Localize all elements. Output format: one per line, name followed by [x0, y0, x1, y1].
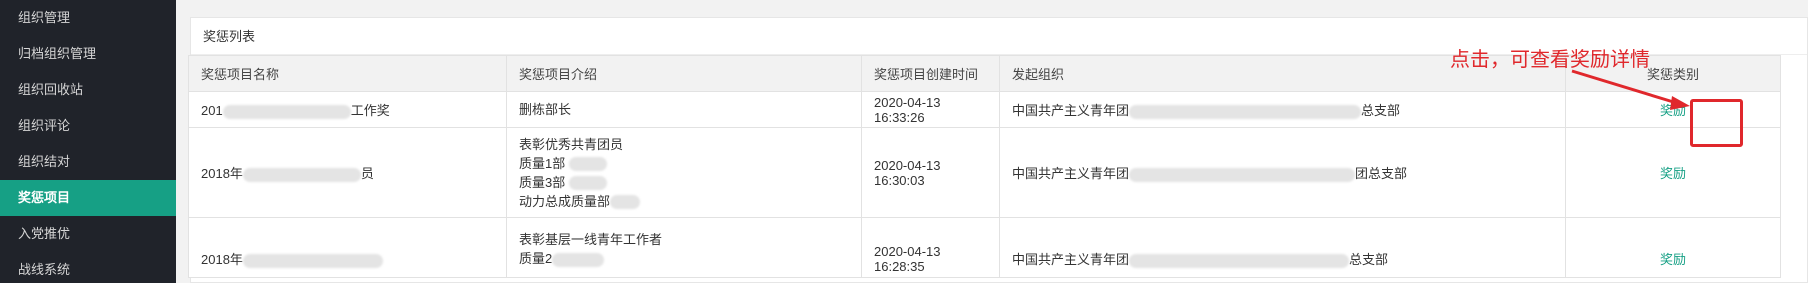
table-row: 2018年 员 表彰优秀共青团员 质量1部 质量3部 动力总成质量部 2020-0…	[188, 127, 1781, 218]
header-intro: 奖惩项目介绍	[506, 55, 862, 92]
cell-name: 2018年 员	[188, 127, 507, 218]
name-suffix: 工作奖	[350, 103, 390, 118]
intro-line: 质量2	[519, 249, 849, 268]
intro-line: 删栋部长	[519, 102, 572, 117]
sidebar-item-org-recycle-bin[interactable]: 组织回收站	[0, 72, 176, 108]
intro-line: 表彰优秀共青团员	[519, 136, 624, 152]
org-suffix: 总支部	[1361, 103, 1401, 118]
annotation-highlight-box	[1690, 99, 1743, 147]
cell-name: 2018年	[188, 217, 507, 278]
cell-intro: 表彰优秀共青团员 质量1部 质量3部 动力总成质量部	[506, 127, 862, 218]
cell-org: 中国共产主义青年团 团总支部	[999, 127, 1566, 218]
redacted-text	[1129, 104, 1362, 119]
cell-name: 201 工作奖	[188, 91, 507, 128]
reward-link[interactable]: 奖励	[1660, 252, 1686, 267]
cell-created: 2020-04-13 16:30:03	[861, 127, 1000, 218]
org-suffix: 团总支部	[1355, 166, 1408, 181]
intro-line: 动力总成质量部	[519, 192, 849, 211]
intro-line: 质量1部	[519, 154, 849, 173]
redacted-text	[610, 195, 641, 210]
sidebar-item-archived-org-management[interactable]: 归档组织管理	[0, 36, 176, 72]
table-row: 201 工作奖 删栋部长 2020-04-13 16:33:26 中国共产主义青年…	[188, 91, 1781, 128]
redacted-text	[242, 253, 383, 268]
sidebar-item-org-pairing[interactable]: 组织结对	[0, 144, 176, 180]
redacted-text	[568, 176, 607, 191]
redacted-text	[222, 104, 351, 119]
cell-org: 中国共产主义青年团 总支部	[999, 91, 1566, 128]
sidebar-item-org-comments[interactable]: 组织评论	[0, 108, 176, 144]
cell-intro: 表彰基层一线青年工作者 质量2	[506, 217, 862, 278]
intro-line: 表彰基层一线青年工作者	[519, 232, 663, 247]
name-prefix: 2018年	[201, 166, 243, 181]
cell-intro: 删栋部长	[506, 91, 862, 128]
sidebar-item-front-system[interactable]: 战线系统	[0, 252, 176, 283]
rewards-table: 奖惩项目名称 奖惩项目介绍 奖惩项目创建时间 发起组织 奖惩类别 201 工作奖 …	[188, 55, 1781, 278]
org-prefix: 中国共产主义青年团	[1012, 166, 1130, 181]
redacted-text	[552, 252, 605, 267]
header-created: 奖惩项目创建时间	[861, 55, 1000, 92]
intro-line: 质量3部	[519, 173, 849, 192]
sidebar: 组织管理 归档组织管理 组织回收站 组织评论 组织结对 奖惩项目 入党推优 战线…	[0, 0, 176, 283]
cell-created: 2020-04-13 16:33:26	[861, 91, 1000, 128]
sidebar-item-party-recommendation[interactable]: 入党推优	[0, 216, 176, 252]
cell-category: 奖励	[1565, 127, 1781, 218]
redacted-text	[1129, 167, 1356, 182]
redacted-text	[1129, 253, 1350, 268]
sidebar-item-org-management[interactable]: 组织管理	[0, 0, 176, 36]
redacted-text	[242, 167, 361, 182]
reward-link[interactable]: 奖励	[1660, 103, 1686, 118]
cell-category: 奖励	[1565, 91, 1781, 128]
cell-category: 奖励	[1565, 217, 1781, 278]
annotation-callout: 点击，可查看奖励详情	[1450, 49, 1650, 71]
header-name: 奖惩项目名称	[188, 55, 507, 92]
org-suffix: 总支部	[1349, 252, 1389, 267]
org-prefix: 中国共产主义青年团	[1012, 252, 1130, 267]
name-prefix: 2018年	[201, 252, 243, 267]
redacted-text	[568, 157, 607, 172]
cell-org: 中国共产主义青年团 总支部	[999, 217, 1566, 278]
org-prefix: 中国共产主义青年团	[1012, 103, 1130, 118]
cell-created: 2020-04-13 16:28:35	[861, 217, 1000, 278]
name-prefix: 201	[201, 103, 223, 118]
sidebar-item-rewards-punishments[interactable]: 奖惩项目	[0, 180, 176, 216]
reward-link[interactable]: 奖励	[1660, 166, 1686, 181]
table-row: 2018年 表彰基层一线青年工作者 质量2 2020-04-13 16:28:3…	[188, 217, 1781, 278]
name-suffix: 员	[360, 166, 374, 181]
